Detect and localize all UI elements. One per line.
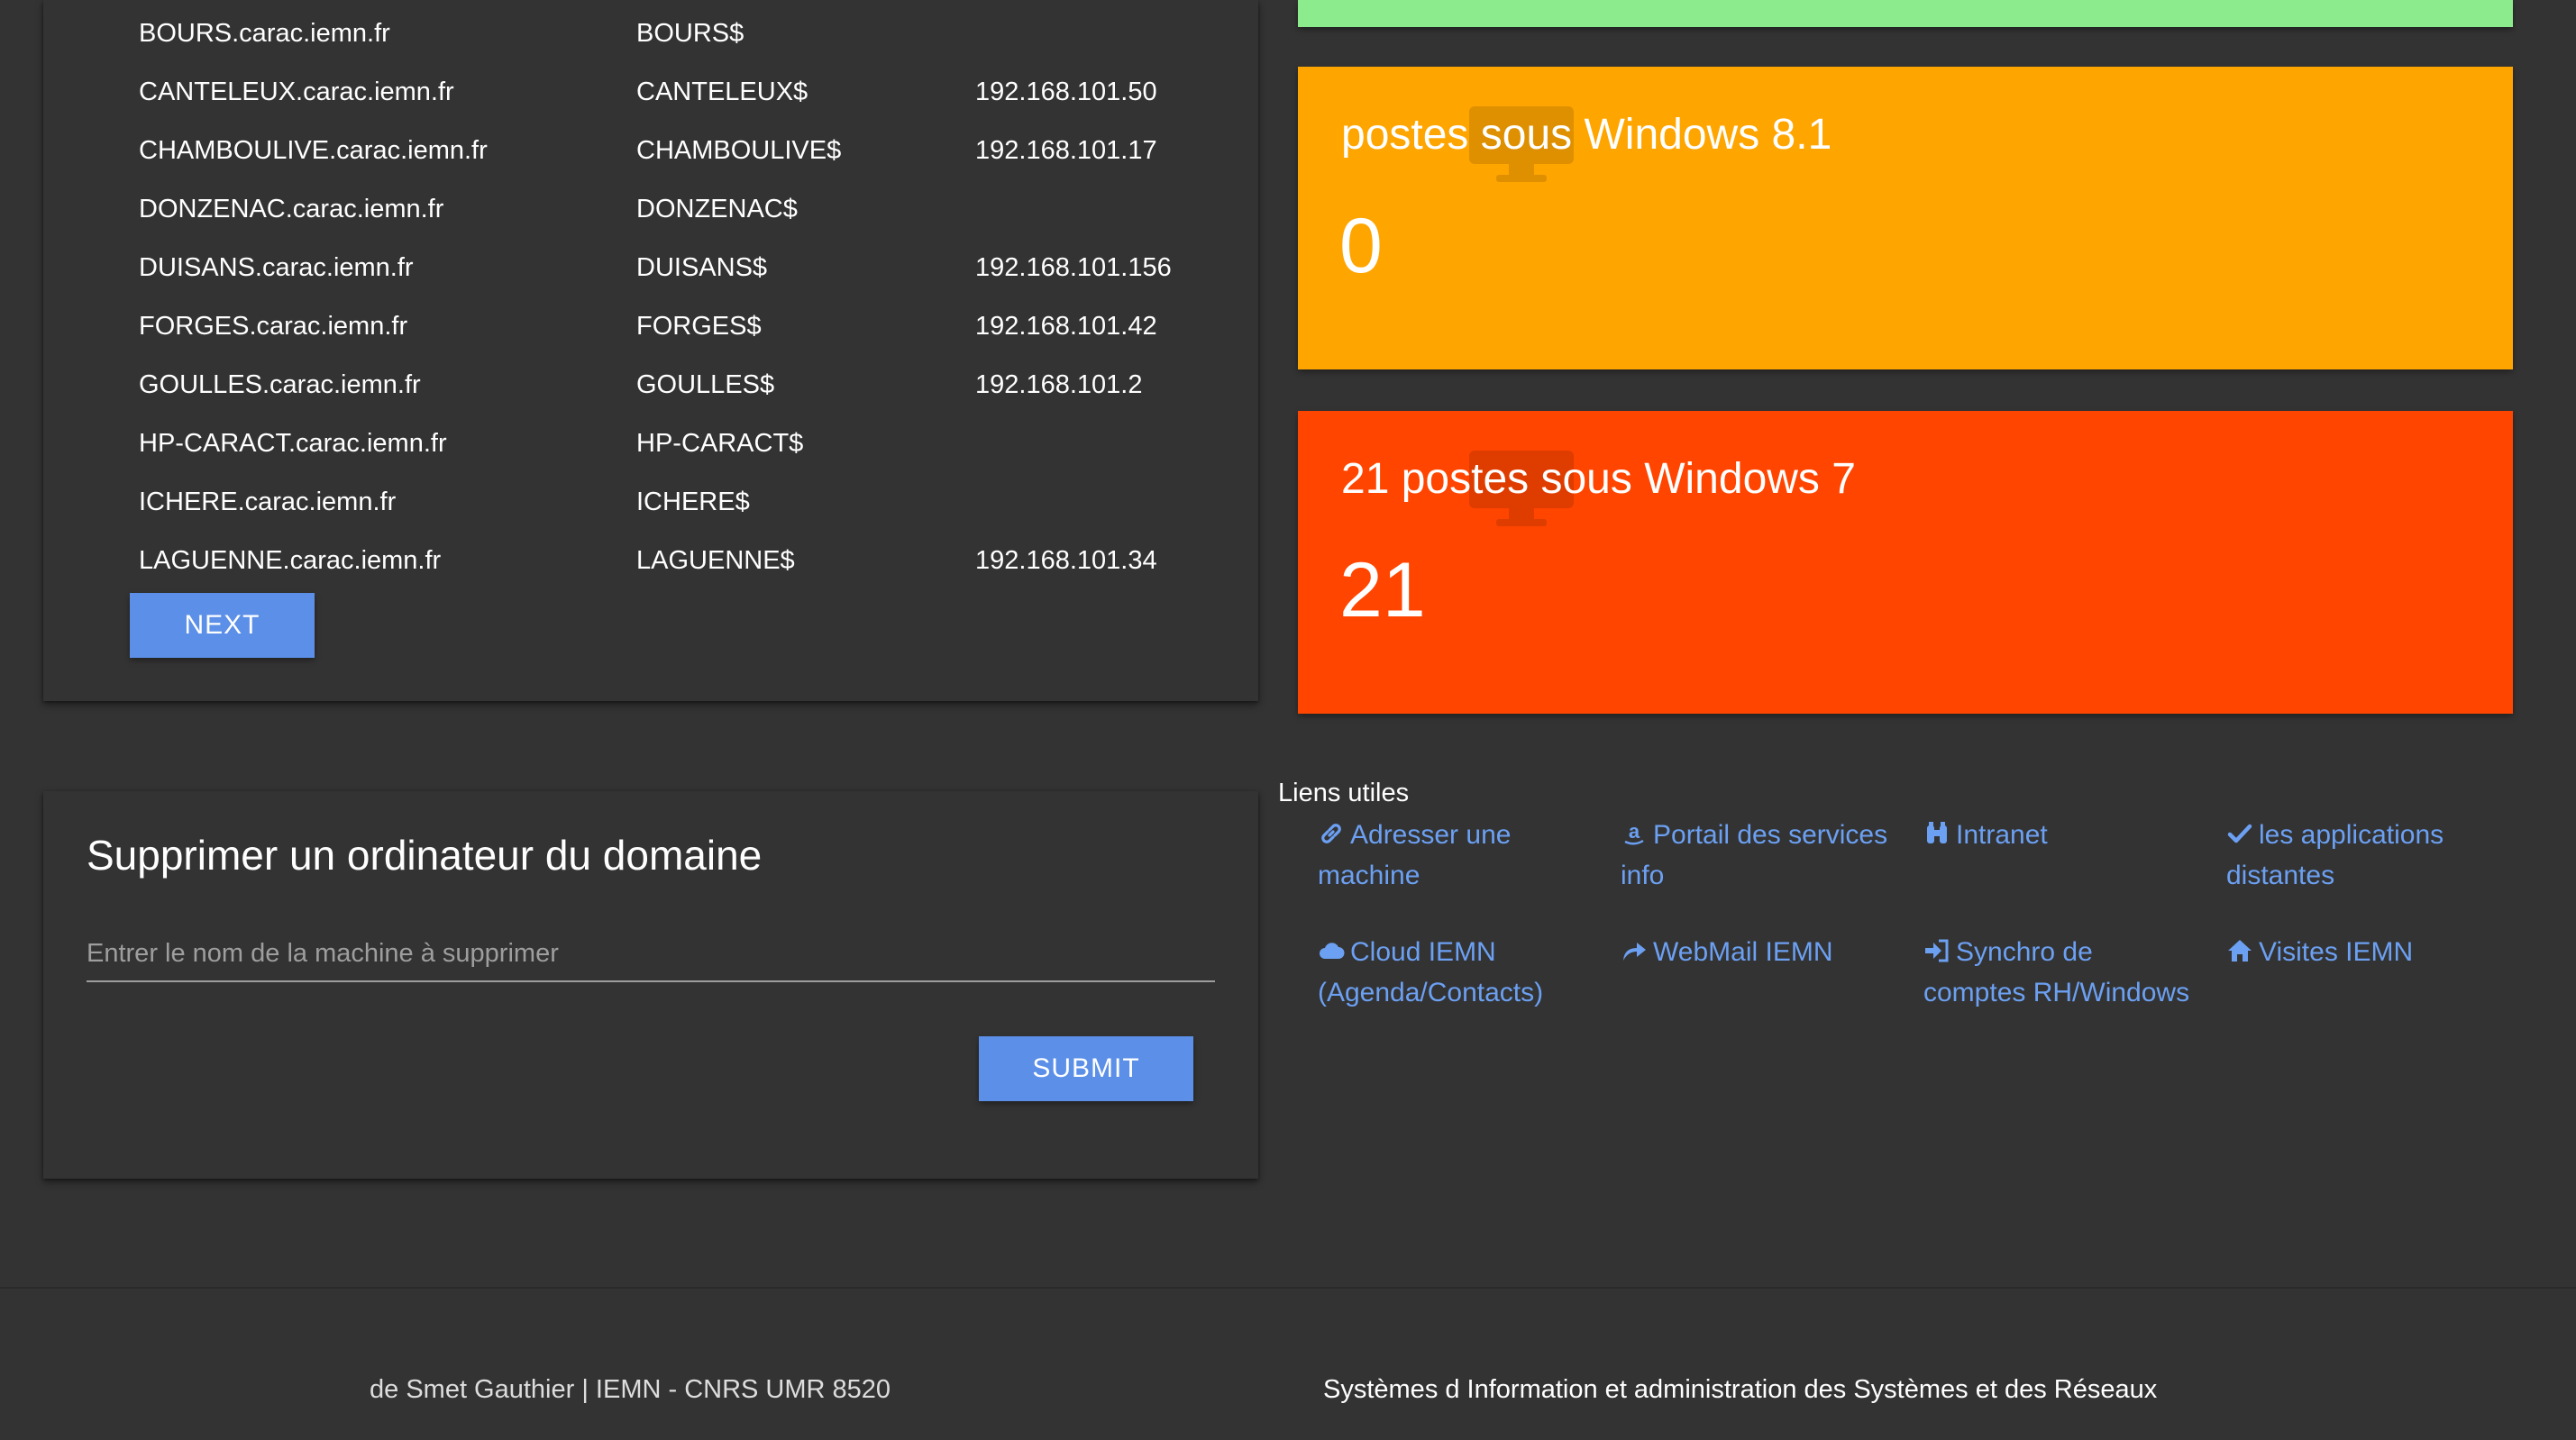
sign-in-icon (1923, 937, 1950, 964)
delete-computer-panel: Supprimer un ordinateur du domaine Entre… (43, 791, 1258, 1179)
link-applications-distantes[interactable]: les applications distantes (2226, 815, 2497, 896)
link-visites-iemn[interactable]: Visites IEMN (2226, 932, 2497, 972)
computer-dns-name: CANTELEUX.carac.iemn.fr (139, 77, 454, 106)
card-count: 0 (1339, 203, 1383, 289)
computer-ip: 192.168.101.156 (975, 253, 1172, 282)
computer-dns-name: DONZENAC.carac.iemn.fr (139, 195, 444, 223)
computer-sam-name: ICHERE$ (636, 488, 750, 516)
table-row: FORGES.carac.iemn.fr FORGES$ 192.168.101… (96, 300, 1231, 359)
computers-table-panel: BOURS.carac.iemn.fr BOURS$ CANTELEUX.car… (43, 0, 1258, 701)
binoculars-icon (1923, 820, 1950, 847)
computer-ip: 192.168.101.2 (975, 370, 1143, 399)
table-row: DONZENAC.carac.iemn.fr DONZENAC$ (96, 183, 1231, 242)
home-icon (2226, 937, 2253, 964)
table-row: GOULLES.carac.iemn.fr GOULLES$ 192.168.1… (96, 359, 1231, 417)
stat-card-top (1298, 0, 2513, 27)
link-label: Portail des services info (1621, 820, 1888, 890)
computer-dns-name: BOURS.carac.iemn.fr (139, 19, 390, 48)
amazon-icon: a (1621, 820, 1648, 847)
submit-button[interactable]: SUBMIT (979, 1036, 1193, 1101)
table-row: LAGUENNE.carac.iemn.fr LAGUENNE$ 192.168… (96, 534, 1231, 593)
computer-dns-name: DUISANS.carac.iemn.fr (139, 253, 414, 282)
link-intranet[interactable]: Intranet (1923, 815, 2194, 855)
footer-description: Systèmes d Information et administration… (1323, 1375, 2158, 1404)
card-title: postes sous Windows 8.1 (1341, 111, 1832, 159)
computer-ip: 192.168.101.34 (975, 546, 1157, 575)
link-portail-services[interactable]: a Portail des services info (1621, 815, 1891, 896)
computer-dns-name: FORGES.carac.iemn.fr (139, 312, 408, 341)
link-synchro-comptes[interactable]: Synchro de comptes RH/Windows (1923, 932, 2194, 1013)
footer-credits: de Smet Gauthier | IEMN - CNRS UMR 8520 (370, 1375, 891, 1404)
table-row: CHAMBOULIVE.carac.iemn.fr CHAMBOULIVE$ 1… (96, 124, 1231, 183)
check-icon (2226, 820, 2253, 847)
computer-dns-name: LAGUENNE.carac.iemn.fr (139, 546, 442, 575)
computer-ip: 192.168.101.17 (975, 136, 1157, 165)
link-adresser-machine[interactable]: Adresser une machine (1318, 815, 1588, 896)
computer-sam-name: GOULLES$ (636, 370, 775, 399)
link-label: WebMail IEMN (1653, 937, 1833, 967)
computer-dns-name: GOULLES.carac.iemn.fr (139, 370, 421, 399)
table-row: CANTELEUX.carac.iemn.fr CANTELEUX$ 192.1… (96, 66, 1231, 124)
computers-table: BOURS.carac.iemn.fr BOURS$ CANTELEUX.car… (96, 7, 1231, 593)
link-icon (1318, 820, 1345, 847)
share-icon (1621, 937, 1648, 964)
next-button[interactable]: NEXT (130, 593, 315, 658)
machine-name-input[interactable]: Entrer le nom de la machine à supprimer (87, 925, 1215, 982)
links-title: Liens utiles (1278, 779, 1410, 807)
cloud-icon (1318, 937, 1345, 964)
link-cloud-iemn[interactable]: Cloud IEMN (Agenda/Contacts) (1318, 932, 1588, 1013)
card-count: 21 (1339, 547, 1426, 633)
page: BOURS.carac.iemn.fr BOURS$ CANTELEUX.car… (0, 0, 2576, 1440)
table-row: DUISANS.carac.iemn.fr DUISANS$ 192.168.1… (96, 242, 1231, 300)
table-row: ICHERE.carac.iemn.fr ICHERE$ (96, 476, 1231, 534)
stat-card-windows81: postes sous Windows 8.1 0 (1298, 67, 2513, 369)
link-label: Synchro de comptes RH/Windows (1923, 937, 2190, 1007)
computer-sam-name: CANTELEUX$ (636, 77, 808, 106)
computer-sam-name: DONZENAC$ (636, 195, 798, 223)
computer-dns-name: ICHERE.carac.iemn.fr (139, 488, 397, 516)
table-row: HP-CARACT.carac.iemn.fr HP-CARACT$ (96, 417, 1231, 476)
link-label: Intranet (1956, 820, 2048, 850)
computer-dns-name: HP-CARACT.carac.iemn.fr (139, 429, 447, 458)
computer-sam-name: CHAMBOULIVE$ (636, 136, 842, 165)
link-label: Visites IEMN (2259, 937, 2414, 967)
computer-sam-name: DUISANS$ (636, 253, 768, 282)
computer-sam-name: BOURS$ (636, 19, 744, 48)
link-label: Adresser une machine (1318, 820, 1512, 890)
computer-sam-name: LAGUENNE$ (636, 546, 795, 575)
card-title: 21 postes sous Windows 7 (1341, 455, 1856, 503)
link-label: les applications distantes (2226, 820, 2444, 890)
svg-text:a: a (1629, 820, 1640, 843)
delete-panel-title: Supprimer un ordinateur du domaine (87, 832, 763, 879)
computer-sam-name: FORGES$ (636, 312, 762, 341)
computer-sam-name: HP-CARACT$ (636, 429, 804, 458)
link-webmail-iemn[interactable]: WebMail IEMN (1621, 932, 1891, 972)
footer-divider (0, 1287, 2576, 1289)
computer-dns-name: CHAMBOULIVE.carac.iemn.fr (139, 136, 488, 165)
link-label: Cloud IEMN (Agenda/Contacts) (1318, 937, 1544, 1007)
computer-ip: 192.168.101.42 (975, 312, 1157, 341)
stat-card-windows7: 21 postes sous Windows 7 21 (1298, 411, 2513, 714)
computer-ip: 192.168.101.50 (975, 77, 1157, 106)
table-row: BOURS.carac.iemn.fr BOURS$ (96, 7, 1231, 66)
